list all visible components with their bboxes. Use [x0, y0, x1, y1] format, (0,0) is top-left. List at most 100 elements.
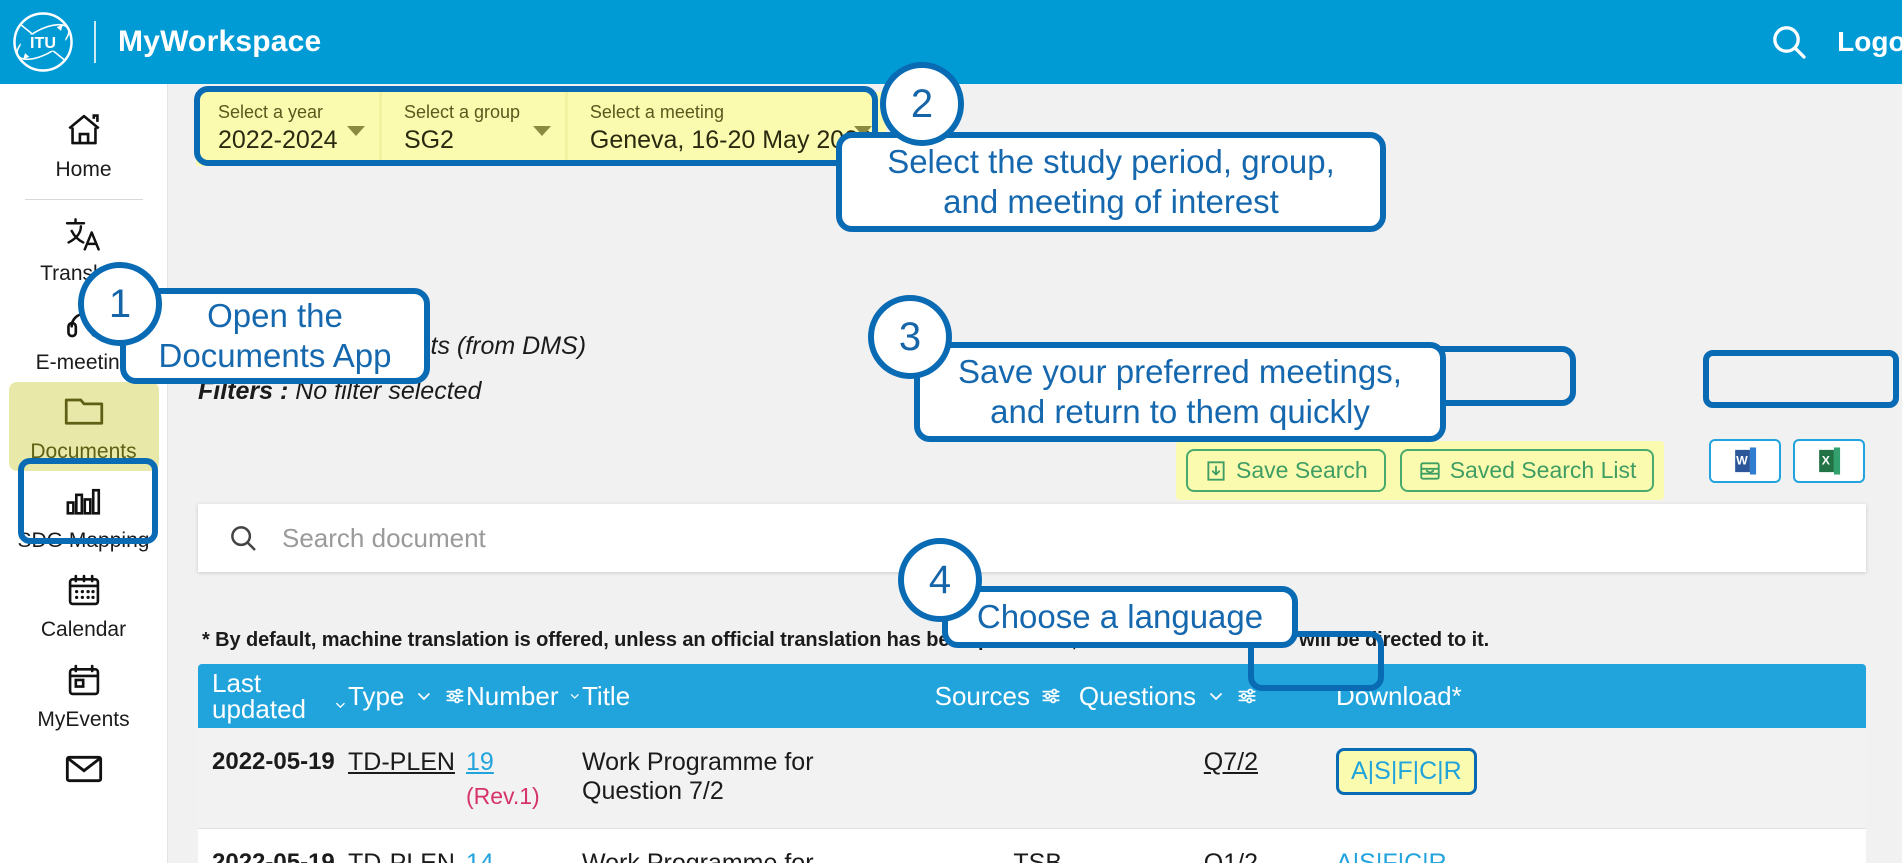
table-header-row: Last updated Type Number Title Sources Q… [198, 664, 1866, 728]
year-select[interactable]: Select a year 2022-2024 [196, 92, 379, 166]
sidebar-item-sdg-mapping[interactable]: SDG Mapping [0, 471, 167, 560]
folder-icon [63, 392, 105, 432]
documents-table: Last updated Type Number Title Sources Q… [198, 664, 1866, 863]
chevron-down-icon[interactable] [568, 686, 582, 706]
column-header-questions[interactable]: Questions [1062, 681, 1258, 712]
annotation-badge-1: 1 [78, 262, 162, 346]
cell-sources: TSB [914, 847, 1062, 863]
column-header-download: Download* [1258, 681, 1866, 712]
annotation-text: Select the study period, group, and meet… [887, 142, 1335, 220]
event-icon [65, 660, 103, 700]
annotation-box-3: Save your preferred meetings, and return… [914, 342, 1446, 442]
sidebar-item-myevents[interactable]: MyEvents [0, 650, 167, 739]
annotation-text: Choose a language [976, 597, 1264, 635]
table-row[interactable]: 2022-05-19 TD-PLEN 14 (Rev.1-2) Work Pro… [198, 829, 1866, 863]
svg-text:ITU: ITU [30, 34, 56, 52]
cell-number: 19 (Rev.1) [466, 746, 582, 810]
chevron-down-icon[interactable] [414, 686, 434, 706]
annotation-box-4: Choose a language [942, 586, 1298, 648]
meeting-select-label: Select a meeting [589, 102, 724, 122]
column-header-number[interactable]: Number [466, 681, 582, 712]
chevron-down-icon[interactable] [1206, 686, 1226, 706]
cell-last-updated: 2022-05-19 [212, 849, 335, 863]
download-language-links[interactable]: A|S|F|C|R [1336, 748, 1477, 795]
download-language-links[interactable]: A|S|F|C|R [1336, 849, 1447, 863]
app-root: ITU MyWorkspace Logout Home [0, 0, 1902, 863]
cell-type[interactable]: TD-PLEN [348, 847, 466, 863]
annotation-badge-2: 2 [880, 62, 964, 146]
sidebar-item-calendar[interactable]: Calendar [0, 560, 167, 649]
column-header-last-updated[interactable]: Last updated [198, 670, 348, 722]
translate-icon [64, 214, 104, 254]
chevron-down-icon[interactable] [346, 126, 365, 136]
chevron-down-icon[interactable] [333, 695, 348, 715]
save-search-label: Save Search [1236, 457, 1368, 483]
filter-settings-icon[interactable] [1040, 685, 1062, 707]
home-icon [64, 110, 104, 150]
column-header-sources[interactable]: Sources [914, 681, 1062, 712]
annotation-badge-3: 3 [868, 295, 952, 379]
saved-search-list-button[interactable]: Saved Search List [1399, 449, 1655, 492]
group-select-value: SG2 [403, 125, 454, 154]
revision-label: (Rev.1) [466, 783, 540, 809]
document-number-link[interactable]: 19 [466, 748, 494, 776]
chevron-down-icon[interactable] [532, 126, 551, 136]
annotation-text: Open the Documents App [158, 296, 392, 374]
cell-sources [914, 746, 1062, 748]
filter-settings-icon[interactable] [444, 685, 466, 707]
sidebar-item-label: Documents [30, 440, 137, 464]
column-label: Sources [934, 680, 1030, 711]
saved-search-group: Save Search Saved Search List [1176, 441, 1665, 500]
export-excel-button[interactable]: X [1793, 439, 1865, 483]
header-actions: Logout [1769, 0, 1902, 84]
filter-settings-icon[interactable] [1236, 685, 1258, 707]
column-label: Last updated [212, 668, 306, 724]
save-download-icon [1207, 460, 1225, 481]
logout-button[interactable]: Logout [1837, 26, 1902, 58]
bar-chart-icon [64, 481, 104, 521]
sidebar-item-documents[interactable]: Documents [8, 382, 159, 472]
sidebar-item-label: E-meeting [35, 351, 132, 375]
cell-questions: Q7/2 [1062, 746, 1258, 777]
sidebar-divider [24, 199, 143, 201]
sidebar-item-mail[interactable] [0, 739, 167, 805]
cell-download: A|S|F|C|R [1258, 847, 1866, 863]
meeting-select-value: Geneva, 16-20 May 2022 [589, 125, 873, 154]
search-icon[interactable] [1769, 22, 1809, 62]
calendar-icon [65, 570, 103, 610]
column-label: Title [582, 680, 631, 711]
cell-number: 14 (Rev.1-2) [466, 847, 582, 863]
sidebar-item-label: MyEvents [37, 707, 130, 731]
question-link[interactable]: Q7/2 [1204, 748, 1258, 776]
source-link[interactable]: TSB [1013, 849, 1062, 863]
annotation-box-1: Open the Documents App [120, 288, 430, 384]
document-search-bar[interactable]: Search document [198, 504, 1866, 572]
export-group: W X [1709, 439, 1865, 483]
column-header-title[interactable]: Title [582, 681, 914, 712]
svg-text:W: W [1736, 454, 1748, 468]
app-header: ITU MyWorkspace Logout [0, 0, 1902, 84]
sidebar-item-label: Home [55, 158, 112, 181]
question-link[interactable]: Q1/2 [1204, 849, 1258, 863]
search-input[interactable]: Search document [282, 523, 486, 554]
column-label: Questions [1078, 680, 1196, 711]
cell-type[interactable]: TD-PLEN [348, 746, 466, 777]
column-label: Number [466, 680, 559, 711]
group-select[interactable]: Select a group SG2 [378, 92, 565, 166]
annotation-box-2: Select the study period, group, and meet… [836, 132, 1386, 232]
export-word-button[interactable]: W [1709, 439, 1781, 483]
search-icon[interactable] [228, 523, 258, 553]
column-header-type[interactable]: Type [348, 681, 466, 712]
save-search-button[interactable]: Save Search [1186, 449, 1386, 492]
itu-logo-icon[interactable]: ITU [12, 11, 74, 73]
saved-search-list-label: Saved Search List [1449, 457, 1637, 483]
annotation-badge-4: 4 [898, 538, 982, 622]
cell-title: Work Programme for Question 1/2 [582, 849, 814, 863]
brand-title: MyWorkspace [118, 25, 322, 58]
annotation-text: Save your preferred meetings, and return… [958, 352, 1402, 430]
archive-box-icon [1420, 461, 1440, 480]
table-row[interactable]: 2022-05-19 TD-PLEN 19 (Rev.1) Work Progr… [198, 728, 1866, 829]
document-number-link[interactable]: 14 [466, 849, 494, 863]
cell-questions: Q1/2 [1062, 847, 1258, 863]
sidebar-item-home[interactable]: Home [0, 100, 167, 189]
